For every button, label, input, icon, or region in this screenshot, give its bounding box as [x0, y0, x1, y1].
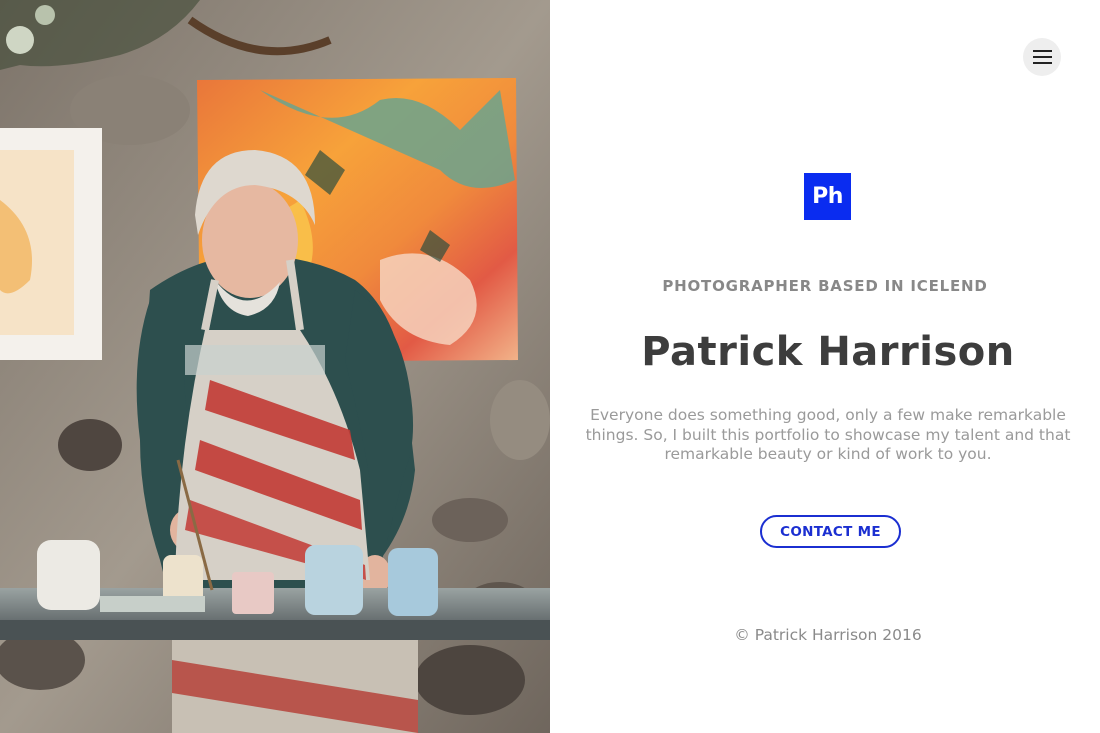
contact-me-button[interactable]: CONTACT ME	[760, 515, 901, 548]
menu-button[interactable]	[1023, 38, 1061, 76]
profile-panel: Ph PHOTOGRAPHER BASED IN ICELEND Patrick…	[550, 0, 1100, 733]
intro-text: Everyone does something good, only a few…	[585, 406, 1071, 463]
hamburger-menu-icon-line	[1033, 62, 1052, 64]
hamburger-menu-icon-line	[1033, 56, 1052, 58]
tagline: PHOTOGRAPHER BASED IN ICELEND	[662, 277, 988, 295]
hero-photo	[0, 0, 550, 733]
hamburger-menu-icon	[1033, 50, 1052, 52]
page-title: Patrick Harrison	[641, 329, 1015, 375]
copyright-text: © Patrick Harrison 2016	[734, 626, 922, 644]
brand-logo[interactable]: Ph	[804, 173, 851, 220]
